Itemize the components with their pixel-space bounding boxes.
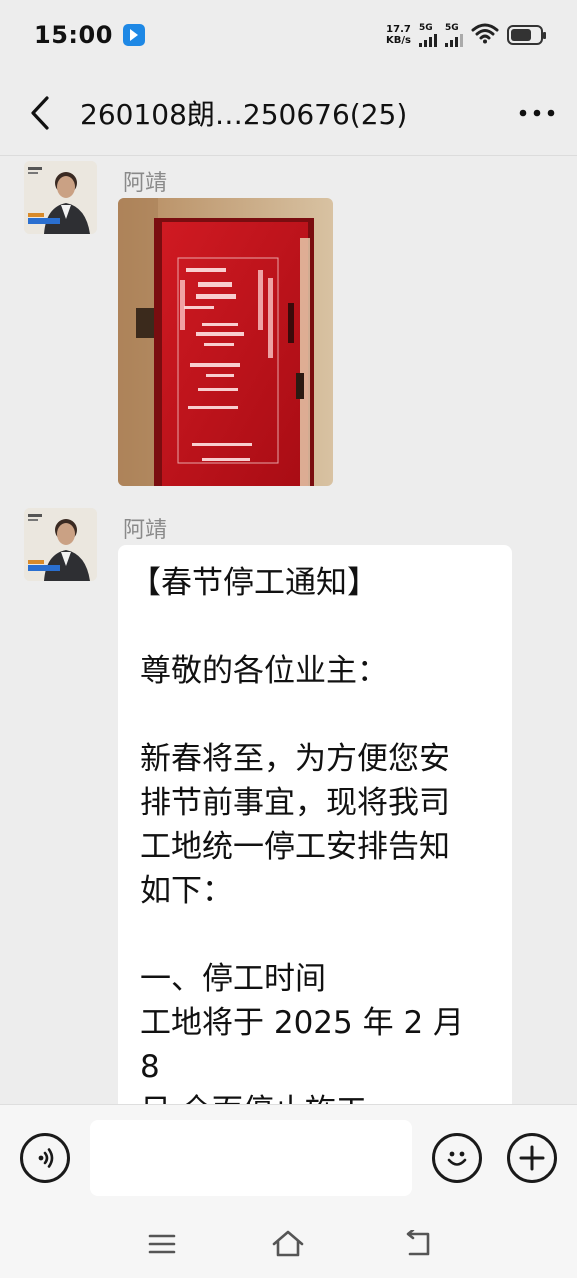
back-nav-icon	[406, 1230, 430, 1256]
sim1-signal: 5G	[419, 23, 437, 47]
notice-greeting: 尊敬的各位业主：	[140, 653, 388, 689]
notice-intro-line: 工地统一停工安排告知	[140, 829, 450, 865]
sim2-signal: 5G	[445, 23, 463, 47]
chat-header: 260108朗…250676(25)	[0, 70, 577, 156]
menu-icon	[148, 1234, 176, 1254]
network-speed-unit: KB/s	[386, 35, 411, 46]
back-nav-button[interactable]	[398, 1226, 438, 1262]
app-notification-icon	[122, 24, 145, 46]
more-options-button[interactable]	[497, 70, 577, 156]
text-message-bubble[interactable]: 【春节停工通知】 尊敬的各位业主： 新春将至，为方便您安 排节前事宜，现将我司 …	[118, 545, 512, 1104]
sim1-label: 5G	[419, 23, 433, 33]
notice-title: 【春节停工通知】	[130, 565, 378, 601]
add-attachment-button[interactable]	[507, 1133, 557, 1183]
image-message[interactable]	[118, 198, 333, 486]
avatar[interactable]	[24, 161, 97, 234]
sim2-label: 5G	[445, 23, 459, 33]
network-speed: 17.7 KB/s	[386, 24, 411, 46]
emoji-icon	[447, 1151, 467, 1166]
message-input[interactable]	[90, 1120, 412, 1196]
sender-name: 阿靖	[123, 171, 168, 196]
signal-icon	[445, 33, 463, 47]
back-button[interactable]	[0, 70, 80, 156]
notice-section-heading: 一、停工时间	[140, 961, 326, 997]
voice-input-icon	[38, 1148, 54, 1168]
notice-intro-line: 排节前事宜，现将我司	[140, 785, 450, 821]
notice-intro-line: 如下：	[140, 873, 233, 909]
home-nav-button[interactable]	[268, 1226, 308, 1262]
voice-input-button[interactable]	[20, 1133, 70, 1183]
sender-name: 阿靖	[123, 518, 168, 543]
plus-icon	[519, 1145, 545, 1171]
input-bar	[0, 1104, 577, 1208]
home-icon	[272, 1230, 304, 1257]
network-speed-value: 17.7	[386, 24, 411, 35]
battery-icon	[507, 25, 546, 45]
status-bar: 15:00 17.7 KB/s 5G 5G	[0, 0, 577, 70]
wifi-icon	[471, 22, 499, 48]
signal-icon	[419, 33, 437, 47]
more-dots-icon	[519, 109, 555, 116]
notice-intro-line: 新春将至，为方便您安	[140, 741, 450, 777]
notice-section-line: 工地将于 2025 年 2 月 8	[140, 1005, 465, 1085]
avatar[interactable]	[24, 508, 97, 581]
menu-nav-button[interactable]	[142, 1226, 182, 1262]
system-nav-bar	[0, 1208, 577, 1278]
status-time: 15:00	[34, 21, 113, 49]
emoji-button[interactable]	[432, 1133, 482, 1183]
message-list[interactable]: 阿靖 阿靖 【春节停工通知】 尊敬的各位业主： 新春将至，为方便您安 排节前事宜…	[0, 157, 577, 1104]
chevron-left-icon	[31, 95, 49, 130]
status-indicators: 17.7 KB/s 5G 5G	[386, 22, 546, 48]
notice-section-line: 日 全面停止施工。	[140, 1089, 490, 1104]
chat-title: 260108朗…250676(25)	[80, 97, 408, 131]
